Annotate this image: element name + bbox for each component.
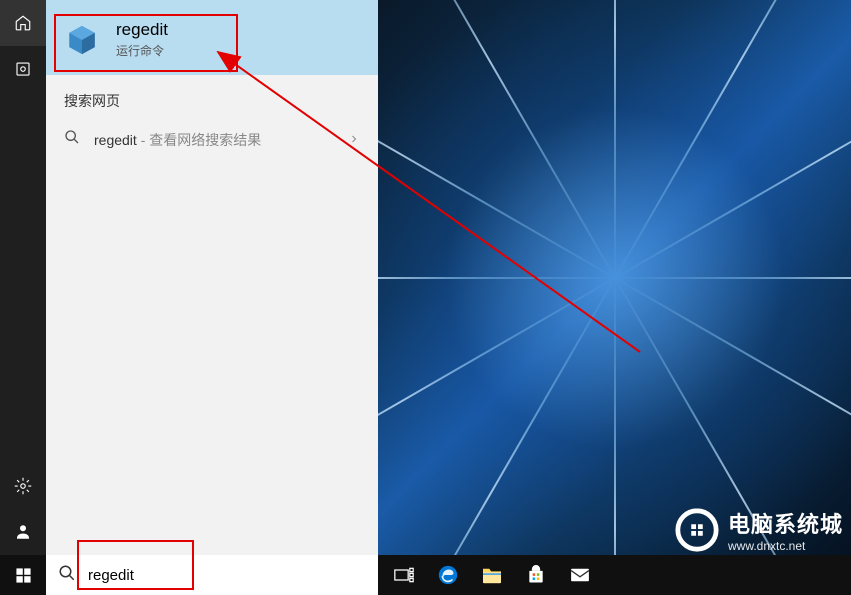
feedback-icon[interactable] bbox=[0, 509, 46, 555]
web-section-header: 搜索网页 bbox=[46, 75, 378, 119]
watermark-logo-icon bbox=[674, 507, 720, 553]
start-button[interactable] bbox=[0, 555, 46, 595]
best-match-subtitle: 运行命令 bbox=[116, 42, 360, 59]
task-view-icon[interactable] bbox=[382, 555, 426, 595]
recent-icon[interactable] bbox=[0, 46, 46, 92]
mail-icon[interactable] bbox=[558, 555, 602, 595]
edge-browser-icon[interactable] bbox=[426, 555, 470, 595]
chevron-right-icon bbox=[348, 132, 360, 148]
taskbar bbox=[0, 555, 851, 595]
home-icon[interactable] bbox=[0, 0, 46, 46]
search-icon bbox=[58, 564, 76, 587]
file-explorer-icon[interactable] bbox=[470, 555, 514, 595]
search-icon bbox=[64, 129, 80, 150]
search-results-panel: regedit 运行命令 搜索网页 regedit - 查看网络搜索结果 bbox=[46, 0, 378, 555]
desktop-wallpaper bbox=[378, 0, 851, 555]
taskbar-search-box[interactable] bbox=[46, 555, 378, 595]
cube-icon bbox=[64, 22, 100, 58]
watermark-title: 电脑系统城 bbox=[728, 507, 843, 539]
settings-icon[interactable] bbox=[0, 463, 46, 509]
watermark: 电脑系统城 www.dnxtc.net bbox=[674, 507, 843, 553]
web-result-text: regedit - 查看网络搜索结果 bbox=[94, 130, 334, 150]
watermark-url: www.dnxtc.net bbox=[728, 539, 843, 553]
web-search-result[interactable]: regedit - 查看网络搜索结果 bbox=[46, 119, 378, 160]
best-match-result[interactable]: regedit 运行命令 bbox=[46, 0, 378, 75]
store-icon[interactable] bbox=[514, 555, 558, 595]
search-rail bbox=[0, 0, 46, 555]
search-input[interactable] bbox=[88, 567, 366, 584]
best-match-title: regedit bbox=[116, 20, 360, 40]
